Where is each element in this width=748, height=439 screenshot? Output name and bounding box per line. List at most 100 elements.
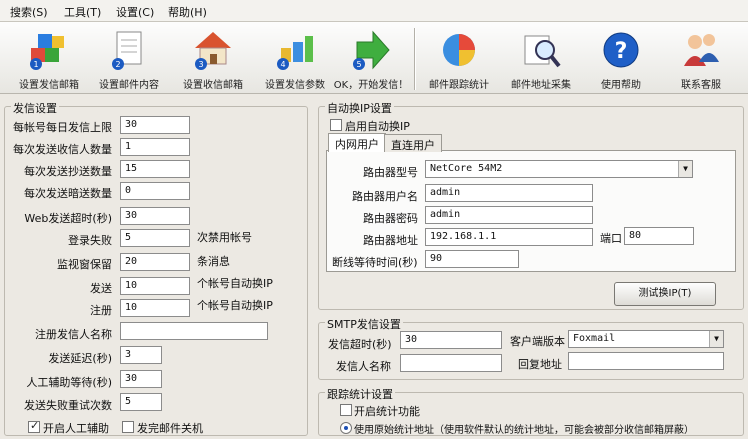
mail-address-collect-button[interactable]: 邮件地址采集 (500, 26, 582, 92)
send-delay-label: 发送延迟(秒) (48, 352, 112, 365)
register-switch-input[interactable]: 10 (120, 299, 190, 317)
router-user-label: 路由器用户名 (352, 190, 418, 203)
menu-search[interactable]: 搜索(S) (10, 4, 48, 20)
svg-text:3: 3 (198, 60, 203, 69)
send-switch-label: 发送 (90, 282, 112, 295)
document-icon: 2 (107, 28, 151, 72)
svg-text:1: 1 (33, 60, 38, 69)
svg-text:5: 5 (356, 60, 361, 69)
tab-intranet-user[interactable]: 内网用户 (328, 133, 386, 152)
contact-support-label: 联系客服 (681, 80, 721, 91)
chevron-down-icon[interactable]: ▼ (709, 331, 723, 347)
daily-limit-label: 每帐号每日发信上限 (13, 121, 112, 134)
router-addr-label: 路由器地址 (363, 234, 418, 247)
smtp-title: SMTP发信设置 (325, 316, 403, 332)
arrow-right-icon: 5 (349, 28, 393, 72)
disconnect-wait-label: 断线等待时间(秒) (332, 256, 418, 269)
sender-name-label: 发信人名称 (336, 360, 391, 373)
mail-tracking-stats-label: 邮件跟踪统计 (429, 80, 489, 91)
house-icon: 3 (191, 28, 235, 72)
mail-address-collect-label: 邮件地址采集 (511, 80, 571, 91)
start-sending-button[interactable]: 5 OK，开始发信！ (330, 26, 412, 92)
mail-tracking-stats-button[interactable]: 邮件跟踪统计 (418, 26, 500, 92)
send-switch-suffix: 个帐号自动换IP (197, 277, 273, 290)
send-switch-input[interactable]: 10 (120, 277, 190, 295)
menu-settings[interactable]: 设置(C) (116, 4, 154, 20)
set-mail-content-button[interactable]: 2 设置邮件内容 (88, 26, 170, 92)
register-switch-suffix: 个帐号自动换IP (197, 299, 273, 312)
manual-wait-label: 人工辅助等待(秒) (26, 376, 112, 389)
register-switch-label: 注册 (90, 304, 112, 317)
smtp-timeout-input[interactable]: 30 (400, 331, 502, 349)
help-icon: ? (599, 28, 643, 72)
help-button[interactable]: ? 使用帮助 (580, 26, 662, 92)
web-timeout-label: Web发送超时(秒) (24, 212, 112, 225)
monitor-keep-input[interactable]: 20 (120, 253, 190, 271)
svg-text:?: ? (615, 39, 628, 64)
web-timeout-input[interactable]: 30 (120, 207, 190, 225)
port-label: 端口 (600, 232, 622, 245)
enable-auto-ip-checkbox[interactable] (330, 119, 342, 131)
router-model-value: NetCore 54M2 (430, 163, 503, 174)
monitor-keep-label: 监视窗保留 (57, 258, 112, 271)
test-ip-switch-button[interactable]: 测试换IP(T) (614, 282, 716, 306)
set-recipient-mailbox-label: 设置收信邮箱 (183, 80, 243, 91)
router-model-label: 路由器型号 (363, 166, 418, 179)
manual-wait-input[interactable]: 30 (120, 370, 162, 388)
login-fail-input[interactable]: 5 (120, 229, 190, 247)
enable-tracking-label: 开启统计功能 (354, 405, 420, 418)
menu-help[interactable]: 帮助(H) (168, 4, 207, 20)
manual-assist-checkbox[interactable] (28, 419, 40, 433)
client-version-value: Foxmail (573, 333, 616, 344)
set-send-params-button[interactable]: 4 设置发信参数 (254, 26, 336, 92)
chevron-down-icon[interactable]: ▼ (678, 161, 692, 177)
tracking-title: 跟踪统计设置 (325, 386, 395, 402)
cubes-icon: 1 (27, 28, 71, 72)
cc-per-send-label: 每次发送抄送数量 (24, 165, 112, 178)
register-sender-name-label: 注册发信人名称 (35, 328, 112, 341)
retry-count-label: 发送失败重试次数 (24, 399, 112, 412)
shutdown-checkbox[interactable] (122, 421, 134, 433)
cc-per-send-input[interactable]: 15 (120, 160, 190, 178)
daily-limit-input[interactable]: 30 (120, 116, 190, 134)
settings-icon: 4 (273, 28, 317, 72)
svg-text:4: 4 (280, 60, 285, 69)
enable-tracking-checkbox[interactable] (340, 404, 352, 416)
router-addr-input[interactable]: 192.168.1.1 (425, 228, 593, 246)
router-user-input[interactable]: admin (425, 184, 593, 202)
contact-support-button[interactable]: 联系客服 (660, 26, 742, 92)
magnifier-icon (519, 28, 563, 72)
start-sending-label: OK，开始发信！ (333, 80, 409, 91)
manual-assist-label: 开启人工辅助 (43, 422, 109, 435)
people-icon (679, 28, 723, 72)
send-settings-title: 发信设置 (11, 100, 59, 116)
set-recipient-mailbox-button[interactable]: 3 设置收信邮箱 (172, 26, 254, 92)
reply-address-input[interactable] (568, 352, 724, 370)
help-label: 使用帮助 (601, 80, 641, 91)
register-sender-name-input[interactable] (120, 322, 268, 340)
shutdown-label: 发完邮件关机 (137, 422, 203, 435)
router-model-select[interactable]: NetCore 54M2 ▼ (425, 160, 693, 178)
client-version-select[interactable]: Foxmail ▼ (568, 330, 724, 348)
retry-count-input[interactable]: 5 (120, 393, 162, 411)
tab-direct-user[interactable]: 直连用户 (384, 134, 442, 152)
use-original-address-radio[interactable] (340, 422, 352, 434)
login-fail-label: 登录失败 (68, 234, 112, 247)
reply-address-label: 回复地址 (518, 358, 562, 371)
bcc-per-send-label: 每次发送暗送数量 (24, 187, 112, 200)
pie-chart-icon (437, 28, 481, 72)
disconnect-wait-input[interactable]: 90 (425, 250, 519, 268)
bcc-per-send-input[interactable]: 0 (120, 182, 190, 200)
auto-ip-title: 自动换IP设置 (325, 100, 394, 116)
sender-name-input[interactable] (400, 354, 502, 372)
set-sender-mailbox-button[interactable]: 1 设置发信邮箱 (8, 26, 90, 92)
router-pass-input[interactable]: admin (425, 206, 593, 224)
menu-tools[interactable]: 工具(T) (64, 4, 101, 20)
smtp-timeout-label: 发信超时(秒) (328, 338, 392, 351)
send-delay-input[interactable]: 3 (120, 346, 162, 364)
set-sender-mailbox-label: 设置发信邮箱 (19, 80, 79, 91)
recipients-per-send-label: 每次发送收信人数量 (13, 143, 112, 156)
port-input[interactable]: 80 (624, 227, 694, 245)
recipients-per-send-input[interactable]: 1 (120, 138, 190, 156)
toolbar: 1 设置发信邮箱 2 设置邮件内容 3 设置收信邮箱 4 设置发信参数 5 OK… (0, 22, 748, 94)
